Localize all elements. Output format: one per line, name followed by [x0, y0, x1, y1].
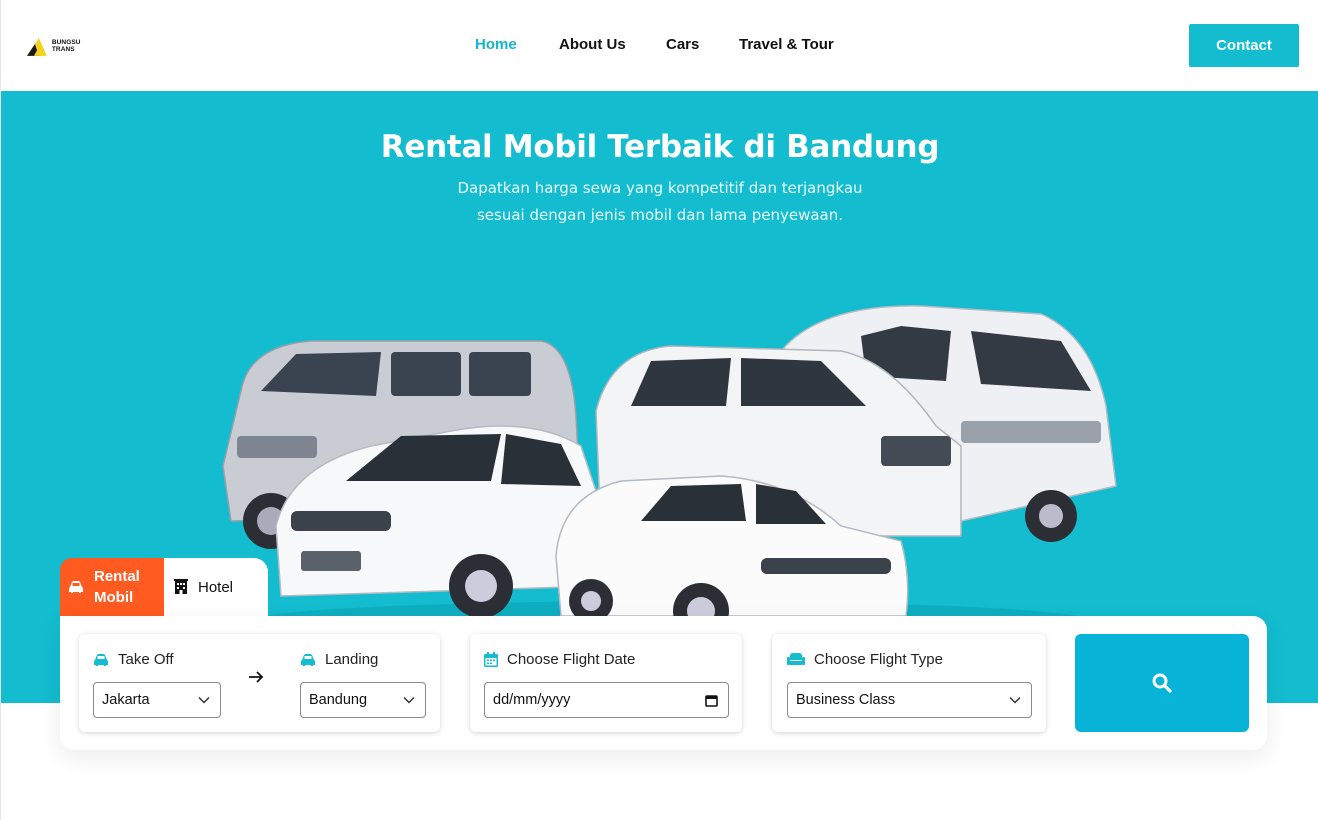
site-header: BUNGSU TRANS Home About Us Cars Travel &…	[1, 0, 1318, 91]
tab-hotel[interactable]: Hotel	[164, 558, 268, 616]
route-card: Take Off Jakarta Landing Bandung	[79, 634, 440, 732]
page: BUNGSU TRANS Home About Us Cars Travel &…	[0, 0, 1318, 820]
arrow-right-icon	[249, 671, 264, 683]
flight-date-input[interactable]: dd/mm/yyyy	[484, 682, 729, 718]
hero-title: Rental Mobil Terbaik di Bandung	[380, 129, 940, 165]
tab-rental-label-line-1: Rental	[94, 568, 140, 585]
chevron-down-icon	[1009, 696, 1021, 704]
car-icon	[301, 653, 315, 666]
tab-hotel-label: Hotel	[198, 578, 234, 596]
takeoff-select[interactable]: Jakarta	[93, 682, 221, 718]
nav-home[interactable]: Home	[475, 36, 517, 53]
flight-type-label-text: Choose Flight Type	[814, 651, 943, 668]
flight-type-card: Choose Flight Type Business Class	[772, 634, 1046, 732]
landing-value: Bandung	[309, 692, 368, 708]
flight-date-placeholder: dd/mm/yyyy	[493, 692, 571, 708]
logo-text: BUNGSU TRANS	[51, 39, 81, 53]
booking-tabs: Rental Mobil Hotel	[60, 558, 268, 616]
landing-label: Landing	[300, 651, 378, 668]
car-icon	[69, 581, 83, 593]
nav-about-us[interactable]: About Us	[559, 36, 626, 53]
calendar-icon[interactable]	[705, 694, 718, 707]
takeoff-label: Take Off	[93, 651, 174, 668]
hero-subtitle: Dapatkan harga sewa yang kompetitif dan …	[1, 175, 1318, 229]
hero-subtitle-line-2: sesuai dengan jenis mobil dan lama penye…	[476, 206, 843, 224]
nav-cars[interactable]: Cars	[666, 36, 699, 53]
nav-travel-tour[interactable]: Travel & Tour	[739, 36, 834, 53]
landing-select[interactable]: Bandung	[300, 682, 426, 718]
flight-date-label-text: Choose Flight Date	[507, 651, 636, 668]
flight-type-select[interactable]: Business Class	[787, 682, 1032, 718]
car-icon	[94, 653, 108, 666]
search-button[interactable]	[1075, 634, 1249, 732]
car-fleet-image	[222, 305, 1117, 641]
chevron-down-icon	[198, 696, 210, 704]
flight-type-value: Business Class	[796, 692, 896, 708]
search-panel: Take Off Jakarta Landing Bandung Choose …	[60, 616, 1267, 750]
tab-rental-label-line-2: Mobil	[94, 589, 134, 606]
calendar-icon	[484, 652, 498, 667]
seat-icon	[787, 653, 805, 665]
hotel-icon	[174, 579, 188, 594]
takeoff-value: Jakarta	[102, 692, 150, 708]
search-icon	[1152, 673, 1172, 693]
hero-subtitle-line-1: Dapatkan harga sewa yang kompetitif dan …	[457, 179, 863, 197]
takeoff-label-text: Take Off	[118, 651, 174, 668]
landing-label-text: Landing	[325, 651, 379, 668]
brand-logo[interactable]: BUNGSU TRANS	[25, 32, 105, 60]
tab-rental-mobil[interactable]: Rental Mobil	[60, 558, 164, 616]
contact-button[interactable]: Contact	[1189, 24, 1299, 67]
tab-rental-label: Rental Mobil	[94, 566, 140, 608]
logo-mark-icon	[26, 38, 47, 56]
flight-type-label: Choose Flight Type	[787, 651, 943, 668]
flight-date-label: Choose Flight Date	[484, 651, 635, 668]
flight-date-card: Choose Flight Date dd/mm/yyyy	[470, 634, 742, 732]
chevron-down-icon	[403, 696, 415, 704]
